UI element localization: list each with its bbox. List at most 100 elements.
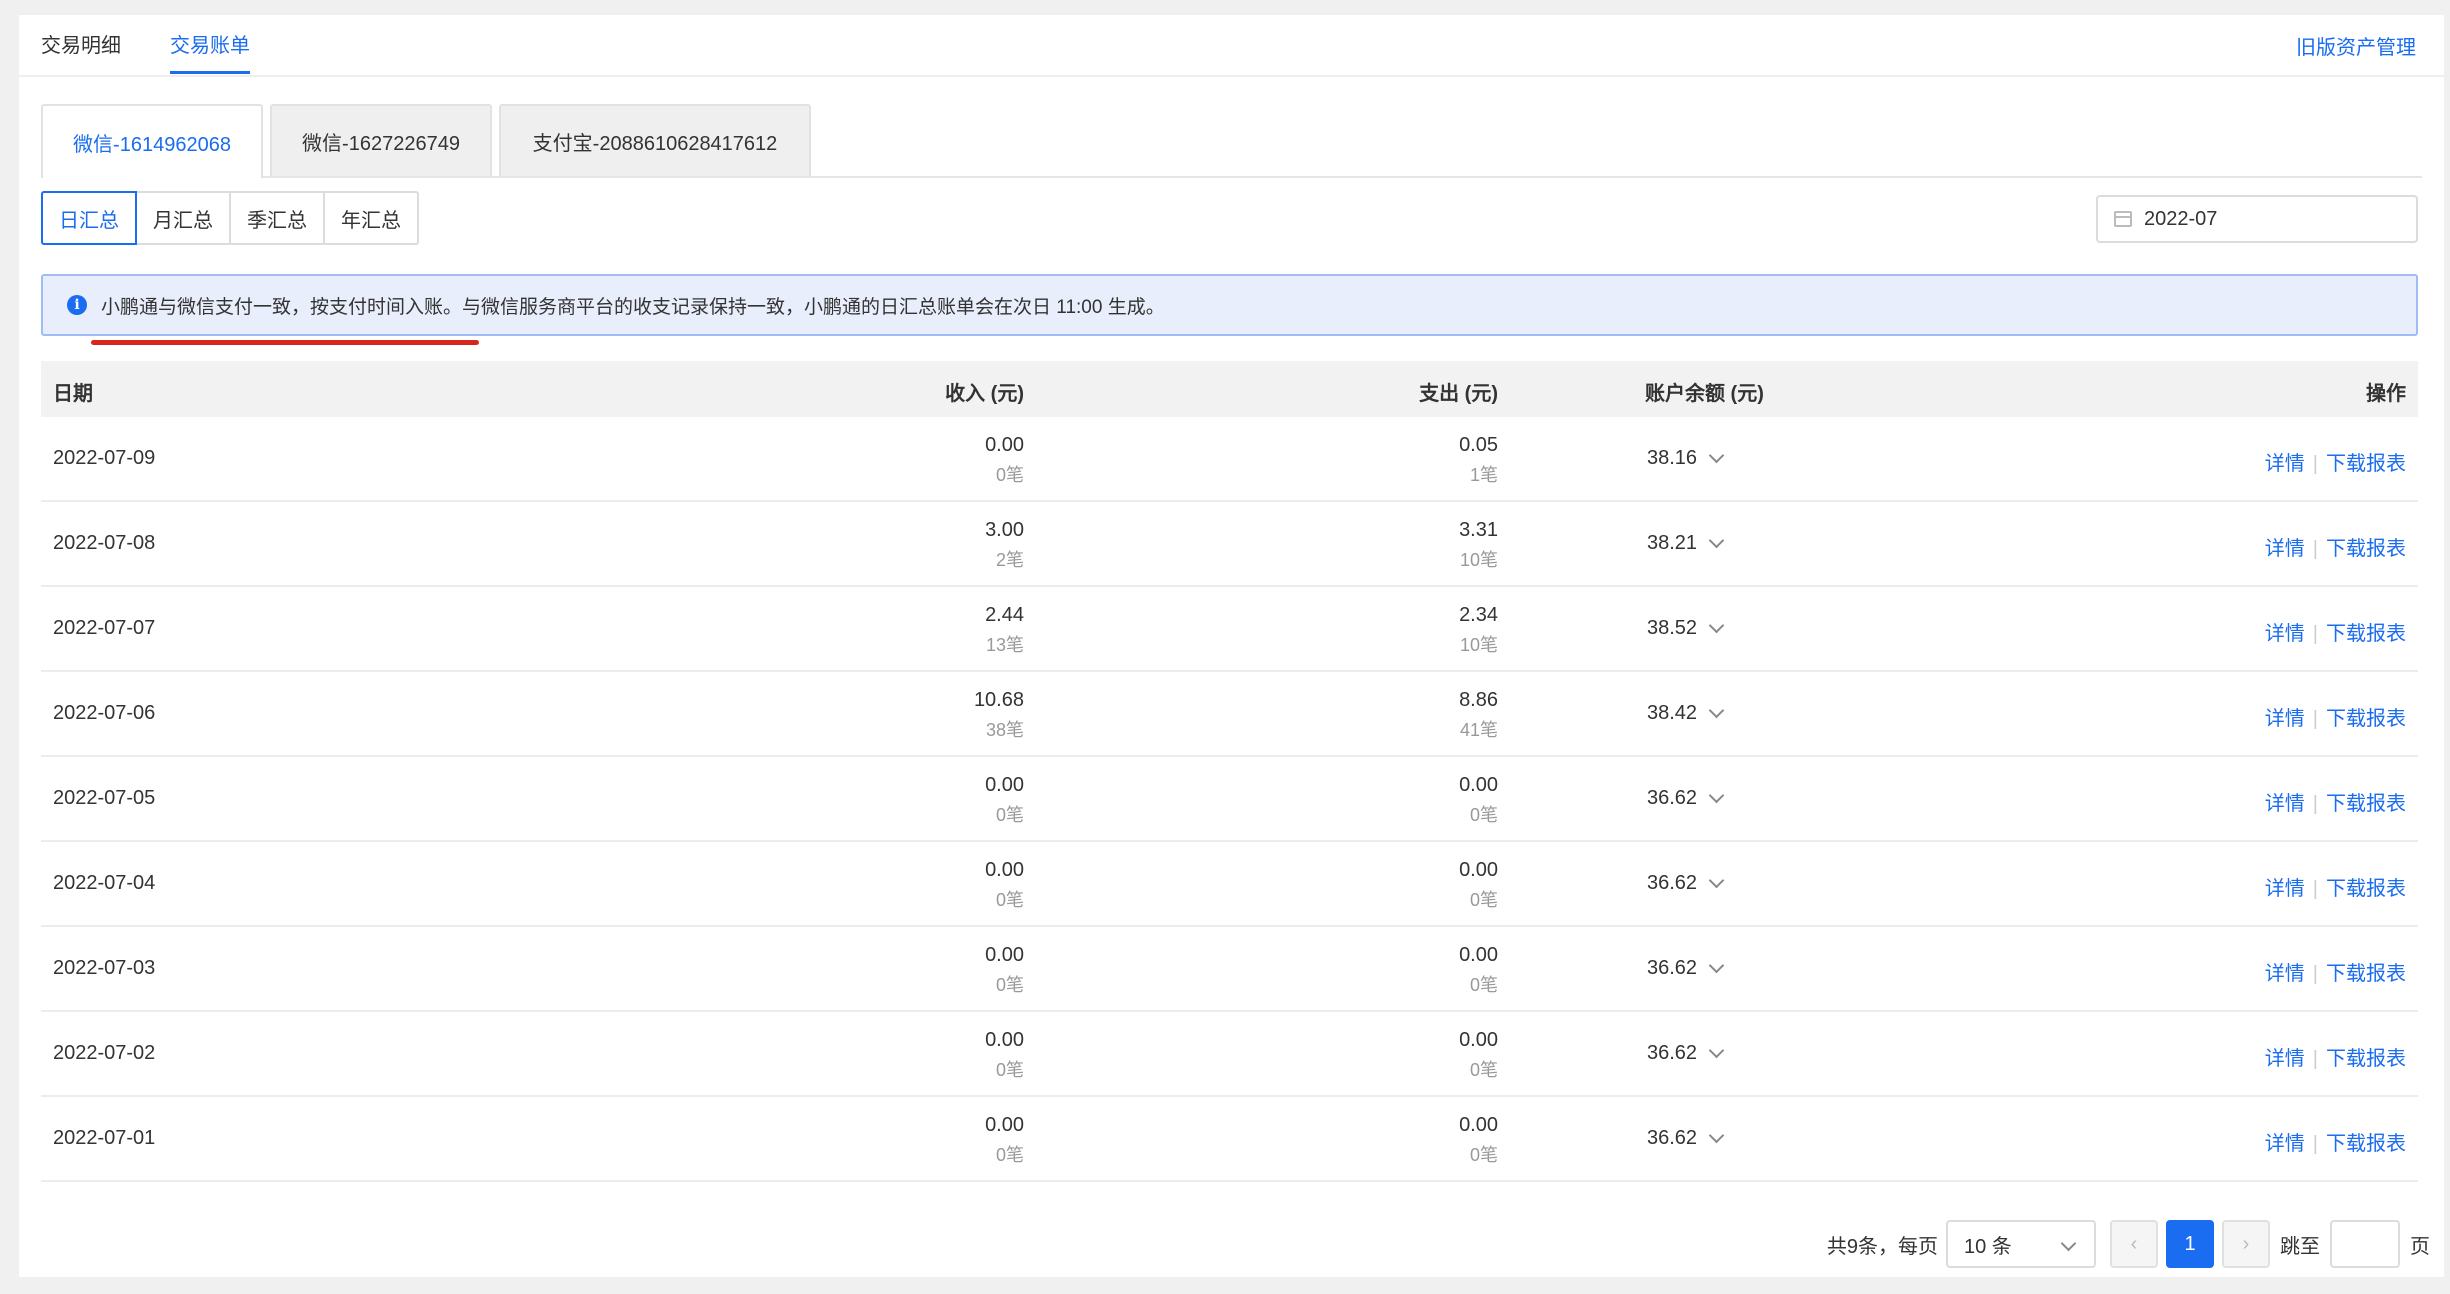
row-date: 2022-07-09 (53, 447, 156, 469)
income-cell: 0.00 0笔 (985, 430, 1024, 490)
chevron-down-icon (1708, 702, 1725, 719)
download-report-link[interactable]: 下载报表 (2326, 623, 2406, 645)
prev-page-button[interactable]: ‹ (2110, 1220, 2158, 1268)
page-1-button[interactable]: 1 (2166, 1220, 2214, 1268)
table-row: 2022-07-02 0.00 0笔 0.00 0笔 36.62 详情 | 下载报表 (41, 1012, 2418, 1097)
jump-page-input[interactable] (2330, 1220, 2400, 1268)
download-report-link[interactable]: 下载报表 (2326, 963, 2406, 985)
expense-amount: 2.34 (1459, 604, 1498, 626)
account-tab-wechat-2[interactable]: 微信-1627226749 (270, 104, 492, 176)
row-date: 2022-07-08 (53, 532, 156, 554)
chevron-down-icon (2060, 1235, 2077, 1252)
expense-amount: 0.00 (1459, 774, 1498, 796)
action-divider: | (2312, 963, 2318, 985)
download-report-link[interactable]: 下载报表 (2326, 1133, 2406, 1155)
account-tab-alipay[interactable]: 支付宝-2088610628417612 (499, 104, 811, 176)
expense-cell: 8.86 41笔 (1459, 685, 1498, 745)
income-amount: 0.00 (985, 1029, 1024, 1051)
red-underline-annotation (91, 340, 479, 345)
table-row: 2022-07-05 0.00 0笔 0.00 0笔 36.62 详情 | 下载报表 (41, 757, 2418, 842)
income-amount: 0.00 (985, 434, 1024, 456)
balance-dropdown[interactable]: 36.62 (1647, 1127, 1725, 1150)
expense-count: 0笔 (1469, 1145, 1498, 1165)
balance-dropdown[interactable]: 36.62 (1647, 1042, 1725, 1065)
action-divider: | (2312, 793, 2318, 815)
income-count: 0笔 (995, 1145, 1024, 1165)
detail-link[interactable]: 详情 (2265, 453, 2305, 475)
detail-link[interactable]: 详情 (2265, 1048, 2305, 1070)
jump-suffix: 页 (2410, 1235, 2430, 1258)
detail-link[interactable]: 详情 (2265, 623, 2305, 645)
table-row: 2022-07-08 3.00 2笔 3.31 10笔 38.21 详情 | 下载报表 (41, 502, 2418, 587)
detail-link[interactable]: 详情 (2265, 1133, 2305, 1155)
legacy-asset-link[interactable]: 旧版资产管理 (2296, 31, 2416, 60)
page-size-select[interactable]: 10 条 (1946, 1220, 2096, 1268)
income-amount: 3.00 (985, 519, 1024, 541)
period-quarterly[interactable]: 季汇总 (229, 191, 325, 245)
balance-value: 36.62 (1647, 872, 1698, 894)
download-report-link[interactable]: 下载报表 (2326, 453, 2406, 475)
download-report-link[interactable]: 下载报表 (2326, 708, 2406, 730)
income-count: 2笔 (995, 550, 1024, 570)
action-divider: | (2312, 453, 2318, 475)
tab-transaction-detail[interactable]: 交易明细 (41, 29, 121, 58)
download-report-link[interactable]: 下载报表 (2326, 878, 2406, 900)
detail-link[interactable]: 详情 (2265, 878, 2305, 900)
next-page-button[interactable]: › (2222, 1220, 2270, 1268)
balance-value: 38.21 (1647, 532, 1698, 554)
download-report-link[interactable]: 下载报表 (2326, 538, 2406, 560)
row-actions: 详情 | 下载报表 (2265, 447, 2406, 476)
period-yearly[interactable]: 年汇总 (323, 191, 419, 245)
header-balance: 账户余额 (元) (1645, 383, 1764, 405)
info-icon: i (67, 295, 87, 315)
income-amount: 2.44 (985, 604, 1024, 626)
income-count: 0笔 (995, 1060, 1024, 1080)
row-date: 2022-07-07 (53, 617, 156, 639)
expense-count: 1笔 (1469, 465, 1498, 485)
income-cell: 0.00 0笔 (985, 1110, 1024, 1170)
row-date: 2022-07-05 (53, 787, 156, 809)
income-cell: 0.00 0笔 (985, 1025, 1024, 1085)
balance-dropdown[interactable]: 38.52 (1647, 617, 1725, 640)
expense-amount: 0.05 (1459, 434, 1498, 456)
expense-amount: 0.00 (1459, 944, 1498, 966)
detail-link[interactable]: 详情 (2265, 538, 2305, 560)
table-header: 日期 收入 (元) 支出 (元) 账户余额 (元) 操作 (41, 361, 2418, 417)
balance-dropdown[interactable]: 38.16 (1647, 447, 1725, 470)
chevron-down-icon (1708, 1042, 1725, 1059)
table-row: 2022-07-04 0.00 0笔 0.00 0笔 36.62 详情 | 下载报表 (41, 842, 2418, 927)
expense-count: 0笔 (1469, 805, 1498, 825)
page-size-value: 10 条 (1964, 1235, 2012, 1258)
table-row: 2022-07-09 0.00 0笔 0.05 1笔 38.16 详情 | 下载报表 (41, 417, 2418, 502)
chevron-down-icon (1708, 872, 1725, 889)
period-daily[interactable]: 日汇总 (41, 191, 137, 245)
row-date: 2022-07-02 (53, 1042, 156, 1064)
download-report-link[interactable]: 下载报表 (2326, 1048, 2406, 1070)
detail-link[interactable]: 详情 (2265, 793, 2305, 815)
expense-amount: 0.00 (1459, 1114, 1498, 1136)
detail-link[interactable]: 详情 (2265, 963, 2305, 985)
balance-dropdown[interactable]: 36.62 (1647, 787, 1725, 810)
income-amount: 0.00 (985, 1114, 1024, 1136)
period-monthly[interactable]: 月汇总 (135, 191, 231, 245)
table-body: 2022-07-09 0.00 0笔 0.05 1笔 38.16 详情 | 下载报表 2022-0… (41, 417, 2418, 1182)
chevron-down-icon (1708, 787, 1725, 804)
balance-dropdown[interactable]: 38.21 (1647, 532, 1725, 555)
balance-dropdown[interactable]: 38.42 (1647, 702, 1725, 725)
balance-value: 38.52 (1647, 617, 1698, 639)
income-cell: 0.00 0笔 (985, 855, 1024, 915)
month-picker[interactable]: 2022-07 (2096, 195, 2418, 243)
row-actions: 详情 | 下载报表 (2265, 957, 2406, 986)
balance-dropdown[interactable]: 36.62 (1647, 872, 1725, 895)
detail-link[interactable]: 详情 (2265, 708, 2305, 730)
income-cell: 3.00 2笔 (985, 515, 1024, 575)
balance-value: 36.62 (1647, 1127, 1698, 1149)
income-amount: 0.00 (985, 859, 1024, 881)
info-banner: i 小鹏通与微信支付一致，按支付时间入账。与微信服务商平台的收支记录保持一致，小… (41, 274, 2418, 336)
period-segmented-control: 日汇总 月汇总 季汇总 年汇总 (41, 191, 419, 245)
pagination: 共9条，每页 10 条 ‹ 1 › 跳至 页 (1827, 1220, 2430, 1268)
account-tab-wechat-1[interactable]: 微信-1614962068 (41, 104, 263, 178)
download-report-link[interactable]: 下载报表 (2326, 793, 2406, 815)
balance-dropdown[interactable]: 36.62 (1647, 957, 1725, 980)
tab-transaction-bill[interactable]: 交易账单 (170, 29, 250, 74)
